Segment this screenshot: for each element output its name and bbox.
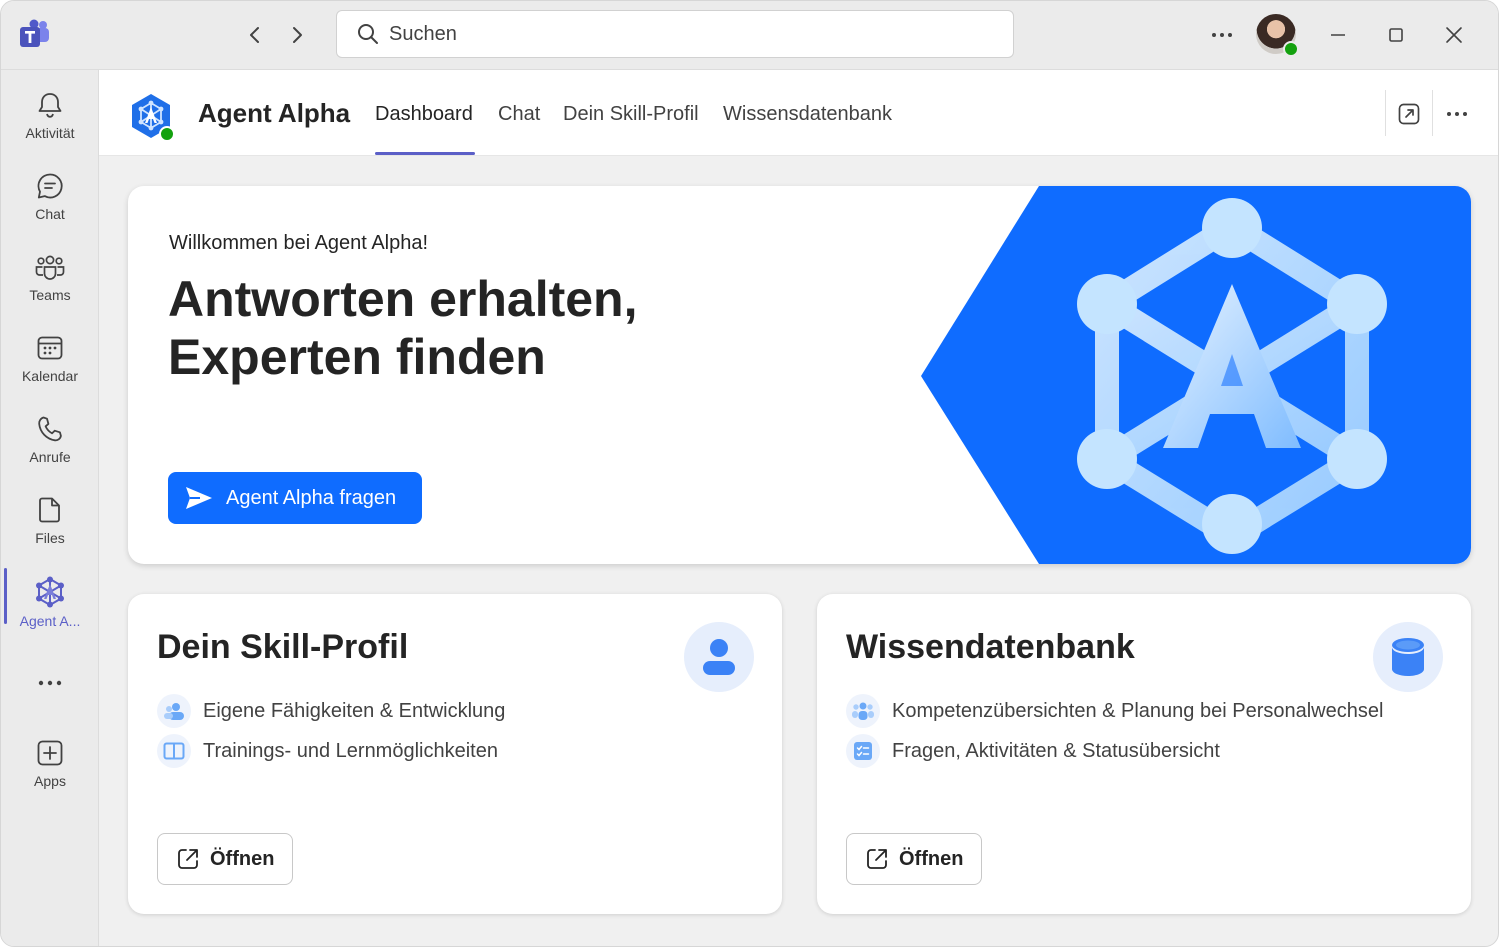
app-title: Agent Alpha [198, 98, 351, 128]
tab-chat[interactable]: Chat [498, 103, 540, 126]
tab-skill-profil[interactable]: Dein Skill-Profil [563, 103, 699, 126]
hero-banner: Willkommen bei Agent Alpha! Antworten er… [128, 186, 1471, 564]
rail-item-label: Agent A... [19, 613, 81, 629]
hero-title-line: Experten finden [168, 329, 546, 385]
maximize-icon [1389, 28, 1403, 42]
card-feature-row: Eigene Fähigkeiten & Entwicklung [157, 694, 505, 728]
open-external-icon [867, 849, 887, 869]
card-feature-text: Fragen, Aktivitäten & Statusübersicht [892, 739, 1220, 762]
send-icon [186, 487, 212, 509]
close-button[interactable] [1439, 21, 1469, 49]
ask-agent-alpha-label: Agent Alpha fragen [226, 486, 397, 509]
ask-agent-alpha-button[interactable]: Agent Alpha fragen [168, 472, 422, 524]
close-icon [1446, 27, 1462, 43]
header-divider [1385, 90, 1386, 136]
pop-out-button[interactable] [1395, 100, 1423, 128]
agent-alpha-icon [36, 576, 64, 608]
more-horizontal-icon [1447, 112, 1467, 116]
hero-title: Antworten erhalten, Experten finden [168, 270, 868, 386]
user-avatar[interactable] [1256, 14, 1299, 57]
presence-available-icon [1283, 41, 1299, 57]
rail-item-agent-alpha[interactable]: Agent A... [1, 568, 99, 644]
people-icon [157, 694, 191, 728]
more-options-button[interactable] [1206, 21, 1238, 49]
open-button-label: Öffnen [899, 847, 964, 870]
back-button[interactable] [241, 21, 269, 49]
more-horizontal-icon [38, 680, 62, 686]
knowledge-base-card: Wissendatenbank Kompetenzübersichten & P… [817, 594, 1471, 914]
rail-item-label: Chat [35, 206, 65, 222]
card-badge [684, 622, 754, 692]
rail-item-files[interactable]: Files [1, 487, 99, 563]
rail-item-chat[interactable]: Chat [1, 163, 99, 239]
hero-title-line: Antworten erhalten, [168, 271, 638, 327]
card-feature-row: Fragen, Aktivitäten & Statusübersicht [846, 734, 1220, 768]
title-bar: Suchen [1, 1, 1498, 70]
open-skill-profile-button[interactable]: Öffnen [157, 833, 293, 885]
search-placeholder: Suchen [389, 22, 457, 45]
rail-item-label: Apps [34, 773, 66, 789]
rail-item-teams[interactable]: Teams [1, 244, 99, 320]
file-icon [39, 497, 60, 523]
database-icon [1392, 638, 1424, 676]
hero-welcome-text: Willkommen bei Agent Alpha! [169, 232, 429, 254]
app-more-button[interactable] [1443, 100, 1471, 128]
forward-button[interactable] [283, 21, 311, 49]
card-title: Wissendatenbank [846, 628, 1135, 666]
calendar-icon [37, 336, 63, 360]
app-header: Agent Alpha Dashboard Chat Dein Skill-Pr… [99, 70, 1498, 156]
maximize-button[interactable] [1381, 21, 1411, 49]
card-feature-text: Trainings- und Lernmöglichkeiten [203, 739, 498, 762]
rail-item-label: Aktivität [25, 125, 75, 141]
active-tab-indicator [375, 152, 475, 155]
rail-item-label: Anrufe [29, 449, 71, 465]
rail-item-label: Files [35, 530, 65, 546]
chevron-right-icon [293, 27, 302, 43]
bell-icon [38, 93, 62, 118]
rail-item-activity[interactable]: Aktivität [1, 82, 99, 158]
person-icon [703, 639, 735, 675]
open-button-label: Öffnen [210, 847, 275, 870]
teams-icon [35, 255, 65, 280]
app-rail: Aktivität Chat Teams Kalendar Anrufe Fil… [1, 70, 99, 946]
rail-item-label: Kalendar [21, 368, 79, 384]
add-app-icon [37, 740, 63, 766]
agent-status-check-icon [159, 126, 175, 142]
agent-alpha-illustration [921, 186, 1471, 564]
rail-more-apps-button[interactable] [1, 660, 99, 706]
card-feature-row: Trainings- und Lernmöglichkeiten [157, 734, 498, 768]
book-icon [157, 734, 191, 768]
rail-item-calendar[interactable]: Kalendar [1, 325, 99, 401]
search-icon [358, 24, 378, 44]
card-feature-row: Kompetenzübersichten & Planung bei Perso… [846, 694, 1383, 728]
chevron-left-icon [250, 27, 259, 43]
card-feature-text: Kompetenzübersichten & Planung bei Perso… [892, 699, 1384, 722]
search-input[interactable]: Suchen [336, 10, 1014, 58]
card-feature-text: Eigene Fähigkeiten & Entwicklung [203, 699, 506, 722]
tab-dashboard[interactable]: Dashboard [375, 103, 473, 126]
teams-logo-icon[interactable] [19, 19, 51, 49]
rail-item-label: Teams [29, 287, 71, 303]
card-title: Dein Skill-Profil [157, 628, 409, 666]
open-external-icon [178, 849, 198, 869]
chat-icon [37, 173, 63, 199]
rail-item-apps[interactable]: Apps [1, 730, 99, 806]
rail-item-calls[interactable]: Anrufe [1, 406, 99, 482]
teams-window: Suchen Aktivität Chat Teams Kalendar Anr… [0, 0, 1499, 947]
phone-icon [38, 416, 62, 442]
header-divider [1432, 90, 1433, 136]
task-list-icon [846, 734, 880, 768]
open-knowledge-base-button[interactable]: Öffnen [846, 833, 982, 885]
group-icon [846, 694, 880, 728]
card-badge [1373, 622, 1443, 692]
minimize-icon [1331, 34, 1345, 36]
minimize-button[interactable] [1323, 21, 1353, 49]
tab-wissensdatenbank[interactable]: Wissensdatenbank [723, 103, 892, 126]
more-horizontal-icon [1212, 33, 1232, 37]
pop-out-icon [1398, 103, 1420, 125]
skill-profile-card: Dein Skill-Profil Eigene Fähigkeiten & E… [128, 594, 782, 914]
